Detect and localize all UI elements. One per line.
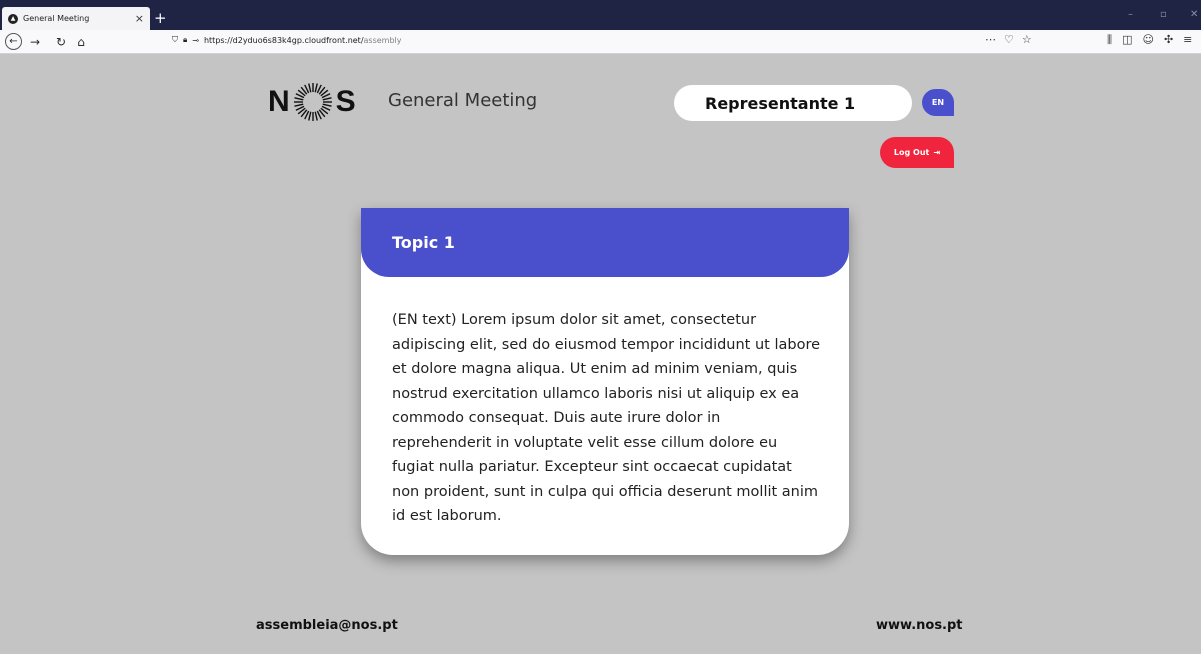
bookmark-star-icon[interactable]: ☆ (1022, 33, 1032, 46)
minimize-button[interactable]: – (1128, 9, 1133, 20)
menu-icon[interactable]: ≡ (1183, 33, 1192, 47)
representative-selector[interactable]: Representante 1 (674, 85, 912, 121)
topic-body: (EN text) Lorem ipsum dolor sit amet, co… (392, 312, 821, 524)
footer-email[interactable]: assembleia@nos.pt (256, 618, 398, 633)
language-button[interactable]: EN (922, 89, 954, 116)
topic-title: Topic 1 (392, 233, 455, 252)
address-bar[interactable]: ⛉ 🔒︎ ⊸ https://d2yduo6s83k4gp.cloudfront… (172, 35, 402, 45)
more-actions-icon[interactable]: ⋯ (985, 33, 996, 46)
back-arrow-icon[interactable]: ← (5, 33, 22, 50)
browser-navbar: ← → ↻ ⌂ ⛉ 🔒︎ ⊸ https://d2yduo6s83k4gp.cl… (0, 30, 1201, 54)
browser-tabbar: ▲ General Meeting × + – ▫ ✕ (0, 0, 1201, 30)
key-icon: ⊸ (192, 35, 199, 45)
url-path: assembly (363, 35, 402, 45)
logout-icon: ⇥ (933, 148, 941, 157)
nos-logo: N S (268, 82, 356, 122)
tab-title: General Meeting (23, 14, 90, 23)
browser-tab[interactable]: ▲ General Meeting × (2, 7, 150, 30)
logout-label: Log Out (893, 148, 930, 157)
library-icon[interactable]: ⫼ (1107, 33, 1112, 47)
close-window-button[interactable]: ✕ (1190, 9, 1198, 20)
tab-close-button[interactable]: × (135, 12, 144, 25)
footer-website[interactable]: www.nos.pt (876, 618, 963, 633)
logo-letter-n: N (268, 85, 290, 118)
topic-header: Topic 1 (361, 208, 849, 277)
reload-icon[interactable]: ↻ (54, 33, 68, 50)
logo-letter-s: S (335, 85, 356, 118)
topic-card: Topic 1 (EN text) Lorem ipsum dolor sit … (361, 208, 849, 555)
url-host: https://d2yduo6s83k4gp.cloudfront.net/ (203, 35, 364, 45)
lock-icon: 🔒︎ (183, 35, 188, 44)
home-icon[interactable]: ⌂ (74, 33, 88, 50)
restore-button[interactable]: ▫ (1160, 9, 1167, 20)
sunburst-logo-icon (293, 83, 332, 121)
shield-icon: ⛉ (172, 35, 178, 44)
new-tab-button[interactable]: + (154, 9, 167, 27)
logout-button[interactable]: Log Out ⇥ (880, 137, 954, 168)
pocket-icon[interactable]: ♡ (1004, 33, 1014, 46)
sidebar-icon[interactable]: ◫ (1122, 33, 1132, 47)
extensions-icon[interactable]: ✣ (1164, 33, 1173, 47)
account-icon[interactable]: ☺ (1142, 33, 1153, 47)
page-title: General Meeting (388, 90, 538, 111)
angular-favicon-icon: ▲ (8, 13, 18, 24)
forward-arrow-icon[interactable]: → (28, 33, 42, 50)
